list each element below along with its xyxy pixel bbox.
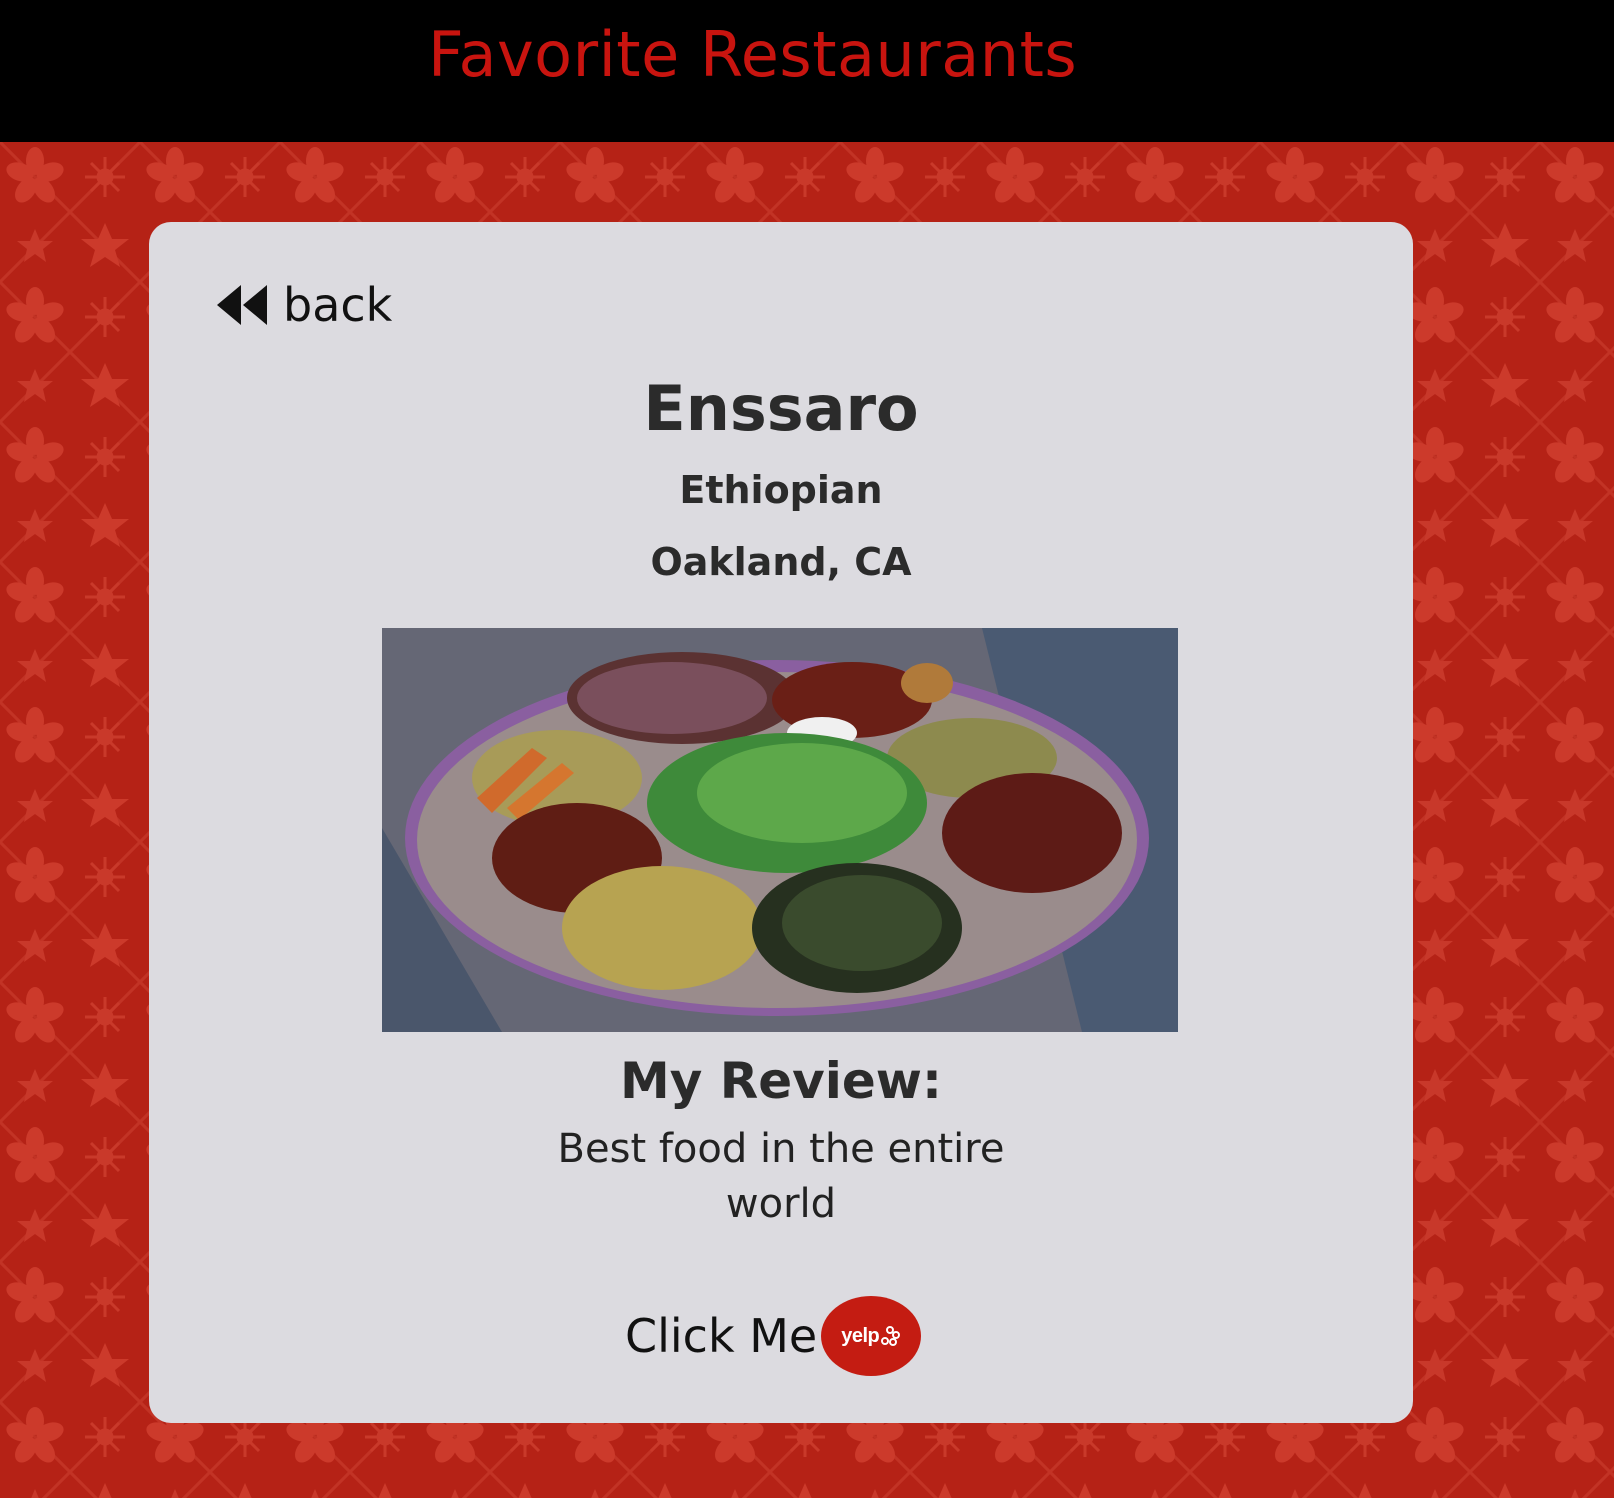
review-heading: My Review: [620,1052,942,1110]
food-platter-image [382,628,1178,1032]
site-header: Favorite Restaurants [0,0,1614,142]
review-text: Best food in the entire world [557,1126,1005,1227]
restaurant-cuisine: Ethiopian [679,468,883,512]
yelp-link[interactable]: Click Me yelp [625,1296,922,1376]
restaurant-photo [382,628,1178,1032]
yelp-burst-icon [881,1326,901,1346]
rewind-icon [215,283,271,327]
yelp-logo-icon: yelp [821,1296,922,1376]
restaurant-card: back Enssaro Ethiopian Oakland, CA My Re… [149,222,1413,1423]
yelp-link-label: Click Me [625,1309,818,1363]
back-link[interactable]: back [215,278,392,332]
site-title: Favorite Restaurants [428,18,1078,91]
back-label: back [283,278,393,332]
restaurant-location: Oakland, CA [650,540,912,584]
yelp-logo-text: yelp [841,1324,880,1347]
restaurant-name: Enssaro [643,372,919,445]
